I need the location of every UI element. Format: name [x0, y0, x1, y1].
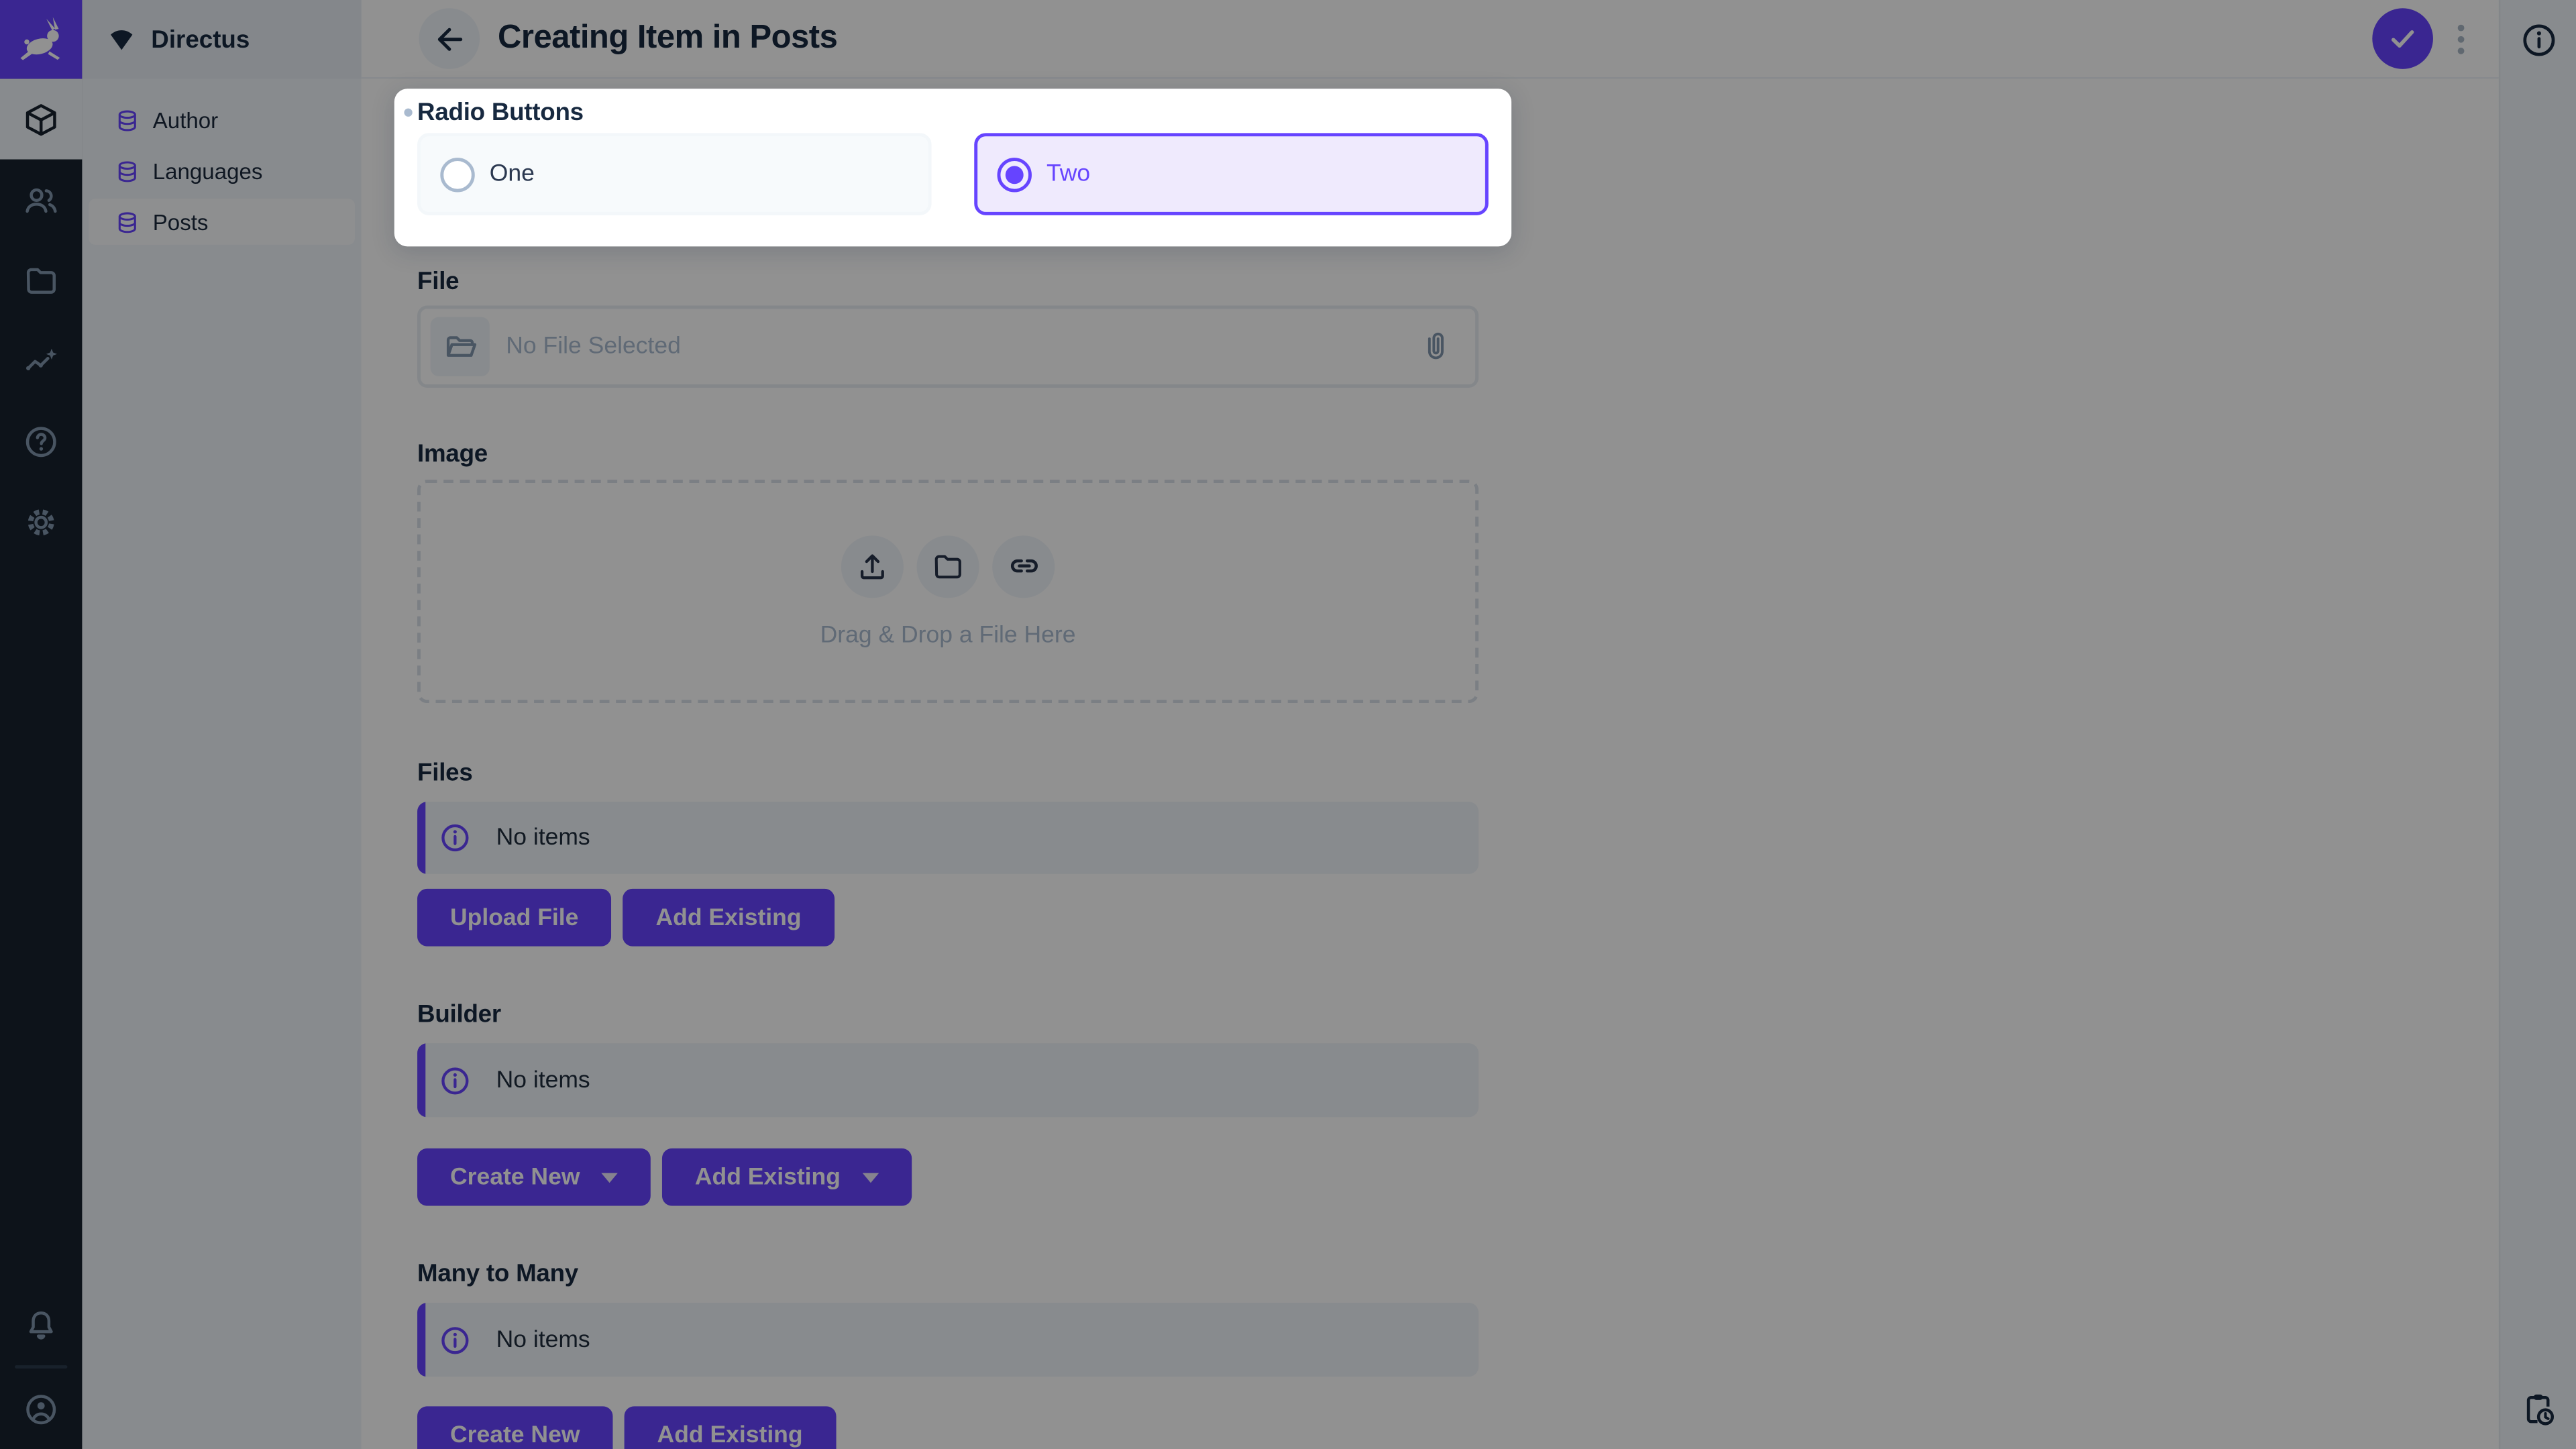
field-label: Radio Buttons: [417, 99, 584, 127]
radio-option-label: One: [490, 161, 535, 187]
radio-unchecked-icon: [440, 157, 474, 191]
radio-option-label: Two: [1046, 161, 1090, 187]
radio-buttons-panel: Radio Buttons One Two: [394, 89, 1511, 246]
field-edited-dot: [404, 109, 412, 117]
radio-option-one[interactable]: One: [417, 133, 932, 215]
app-window: Directus Author Languages Posts: [0, 0, 2576, 1449]
radio-option-two[interactable]: Two: [974, 133, 1489, 215]
radio-field-header: Radio Buttons: [404, 99, 1488, 127]
radio-checked-icon: [998, 157, 1032, 191]
radio-options: One Two: [417, 133, 1489, 215]
